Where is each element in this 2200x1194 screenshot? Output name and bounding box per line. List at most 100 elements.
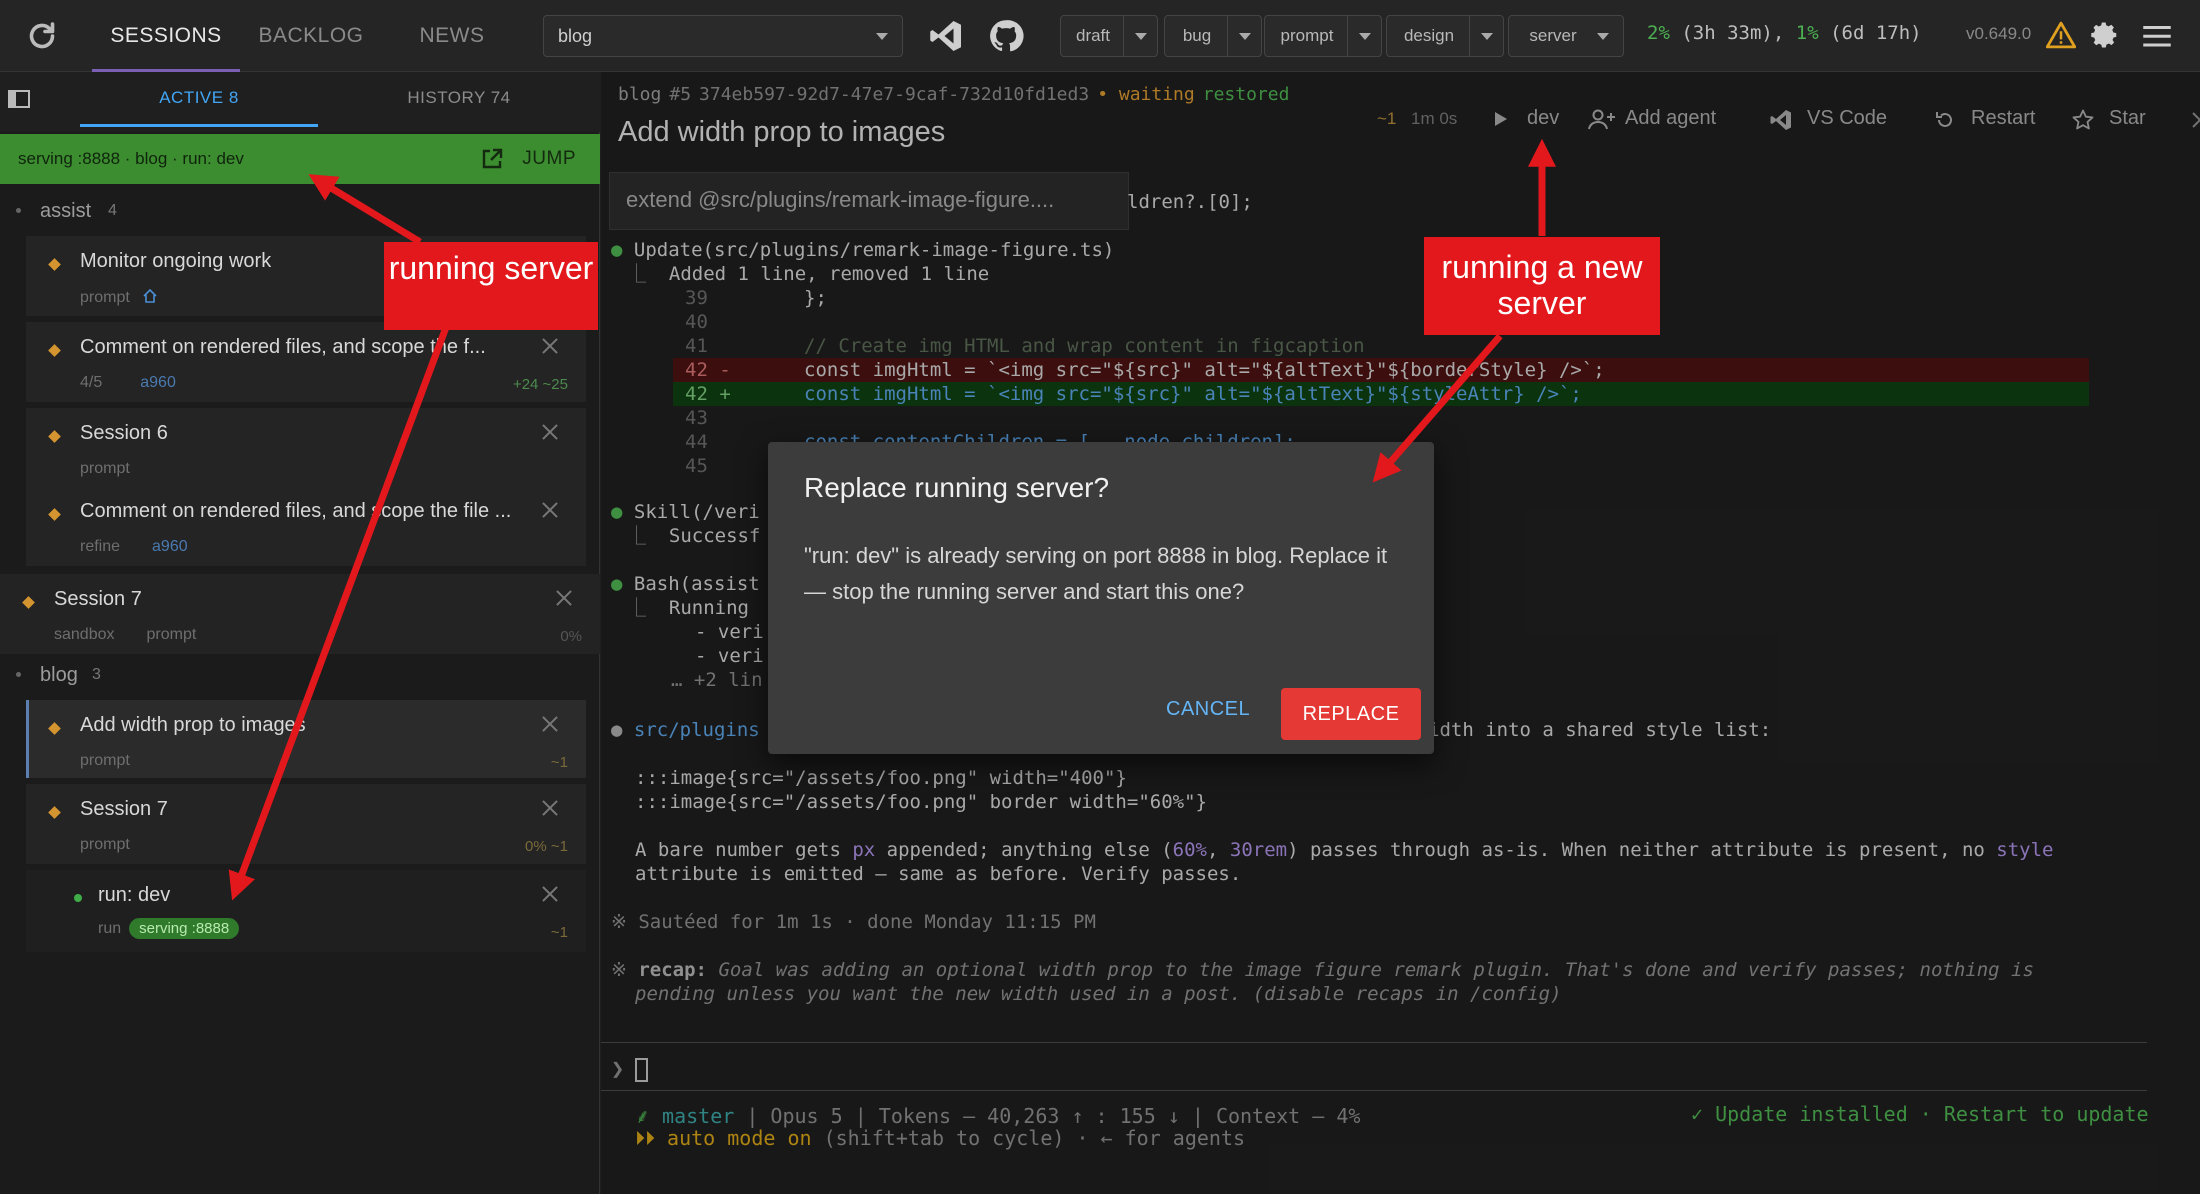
vscode-icon[interactable] (928, 18, 964, 54)
close-icon[interactable] (556, 590, 572, 606)
serving-badge: serving :8888 (129, 918, 240, 939)
replace-server-dialog: Replace running server? "run: dev" is al… (768, 442, 1434, 754)
session-item-run[interactable]: run: dev run serving :8888 ~1 (26, 870, 586, 952)
session-item[interactable]: Comment on rendered files, and scope the… (26, 486, 586, 566)
refresh-icon[interactable] (24, 18, 60, 54)
chevron-down-icon[interactable] (1469, 16, 1503, 56)
session-title: Comment on rendered files, and scope the… (80, 500, 512, 522)
group-assist[interactable]: assist 4 (0, 192, 600, 232)
usage-time-5h: (3h 33m), (1681, 22, 1785, 44)
close-icon[interactable] (542, 424, 558, 440)
chip-server-label: server (1529, 26, 1577, 45)
panel-toggle-icon[interactable] (8, 90, 30, 108)
session-ref: a960 (140, 374, 176, 391)
tab-backlog[interactable]: BACKLOG (252, 0, 370, 72)
bullet-icon (16, 672, 21, 677)
session-ref: a960 (152, 538, 188, 555)
session-item[interactable]: Session 7 sandbox prompt 0% (0, 574, 600, 654)
group-name: blog (40, 664, 78, 686)
usage-time-week: (6d 17h) (1830, 22, 1922, 44)
github-icon[interactable] (988, 18, 1024, 54)
session-progress: 0% (560, 628, 582, 645)
external-link-icon (482, 148, 503, 169)
tab-history[interactable]: HISTORY 74 (340, 72, 578, 132)
menu-icon[interactable] (2142, 22, 2172, 50)
serving-bar[interactable]: serving :8888 · blog · run: dev JUMP (0, 134, 600, 184)
gear-icon[interactable] (2090, 20, 2120, 50)
session-meta: prompt (80, 836, 130, 853)
annotation-running-server: running server (384, 242, 598, 330)
chip-bug[interactable]: bug (1164, 15, 1262, 57)
session-title: Monitor ongoing work (80, 250, 272, 272)
chevron-down-icon[interactable] (1123, 16, 1157, 56)
chevron-down-icon[interactable] (1347, 16, 1381, 56)
session-title: Session 6 (80, 422, 168, 444)
top-bar: SESSIONS BACKLOG NEWS blog draft bug pro… (0, 0, 2200, 72)
session-title: Comment on rendered files, and scope the… (80, 336, 486, 358)
serving-bar-text: serving :8888 · blog · run: dev (18, 149, 244, 168)
warning-icon[interactable] (2046, 20, 2076, 50)
sidebar: ACTIVE 8 HISTORY 74 serving :8888 · blog… (0, 72, 600, 1194)
chip-design[interactable]: design (1386, 15, 1504, 57)
close-icon[interactable] (542, 886, 558, 902)
session-item[interactable]: Session 7 prompt 0% ~1 (26, 784, 586, 864)
usage-pct-5h: 2% (1647, 22, 1670, 44)
session-progress: 4/5 (80, 374, 103, 391)
session-meta: 4/5 a960 (80, 374, 176, 392)
diamond-icon (48, 508, 61, 521)
usage-pct-week: 1% (1795, 22, 1819, 44)
session-title: Add width prop to images (80, 714, 306, 736)
diamond-icon (48, 430, 61, 443)
session-mode: prompt (80, 289, 130, 306)
session-diffstat: +24 ~25 (512, 376, 568, 393)
session-item-selected[interactable]: Add width prop to images prompt ~1 (26, 700, 586, 778)
session-meta: sandbox prompt (54, 626, 196, 644)
session-diffstat: 0% ~1 (525, 838, 568, 855)
group-count: 4 (108, 202, 117, 219)
chip-prompt-label: prompt (1280, 26, 1334, 45)
session-mode: prompt (146, 626, 197, 643)
project-select-value: blog (558, 26, 593, 46)
home-icon (143, 288, 157, 303)
session-title: Session 7 (54, 588, 142, 610)
sidebar-tabs: ACTIVE 8 HISTORY 74 (0, 72, 600, 132)
session-meta: refine a960 (80, 538, 188, 556)
session-diffstat: ~1 (550, 924, 568, 941)
close-icon[interactable] (542, 338, 558, 354)
annotation-new-server: running a new server (1424, 237, 1660, 335)
usage-readout: 2% (3h 33m), 1% (6d 17h) (1647, 22, 1922, 44)
tab-active[interactable]: ACTIVE 8 (80, 72, 318, 132)
close-icon[interactable] (542, 716, 558, 732)
cancel-button[interactable]: CANCEL (1166, 698, 1250, 721)
diamond-icon (48, 258, 61, 271)
session-meta: prompt (80, 752, 130, 769)
group-count: 3 (92, 666, 101, 683)
session-diffstat: ~1 (550, 754, 568, 771)
chip-draft-label: draft (1075, 26, 1111, 45)
close-icon[interactable] (542, 800, 558, 816)
session-item[interactable]: Session 6 prompt (26, 408, 586, 486)
session-title: Session 7 (80, 798, 168, 820)
session-meta: run serving :8888 (98, 918, 240, 939)
tab-sessions[interactable]: SESSIONS (92, 0, 240, 72)
running-dot-icon (74, 894, 82, 902)
chip-prompt[interactable]: prompt (1264, 15, 1382, 57)
jump-button[interactable]: JUMP (522, 148, 576, 170)
session-title: run: dev (98, 884, 171, 906)
chevron-down-icon[interactable] (1227, 16, 1261, 56)
chevron-down-icon (876, 33, 888, 40)
group-blog[interactable]: blog 3 (0, 656, 600, 696)
dialog-body: "run: dev" is already serving on port 88… (804, 543, 1388, 604)
session-meta: prompt (80, 288, 158, 307)
diamond-icon (48, 806, 61, 819)
session-item[interactable]: Comment on rendered files, and scope the… (26, 322, 586, 402)
project-select[interactable]: blog (543, 15, 903, 57)
session-mode: run (98, 920, 122, 937)
chip-bug-label: bug (1182, 26, 1212, 45)
chip-server[interactable]: server (1508, 15, 1624, 57)
tab-news[interactable]: NEWS (410, 0, 494, 72)
replace-button[interactable]: REPLACE (1281, 688, 1421, 740)
chevron-down-icon (1597, 33, 1609, 40)
close-icon[interactable] (542, 502, 558, 518)
chip-draft[interactable]: draft (1060, 15, 1158, 57)
